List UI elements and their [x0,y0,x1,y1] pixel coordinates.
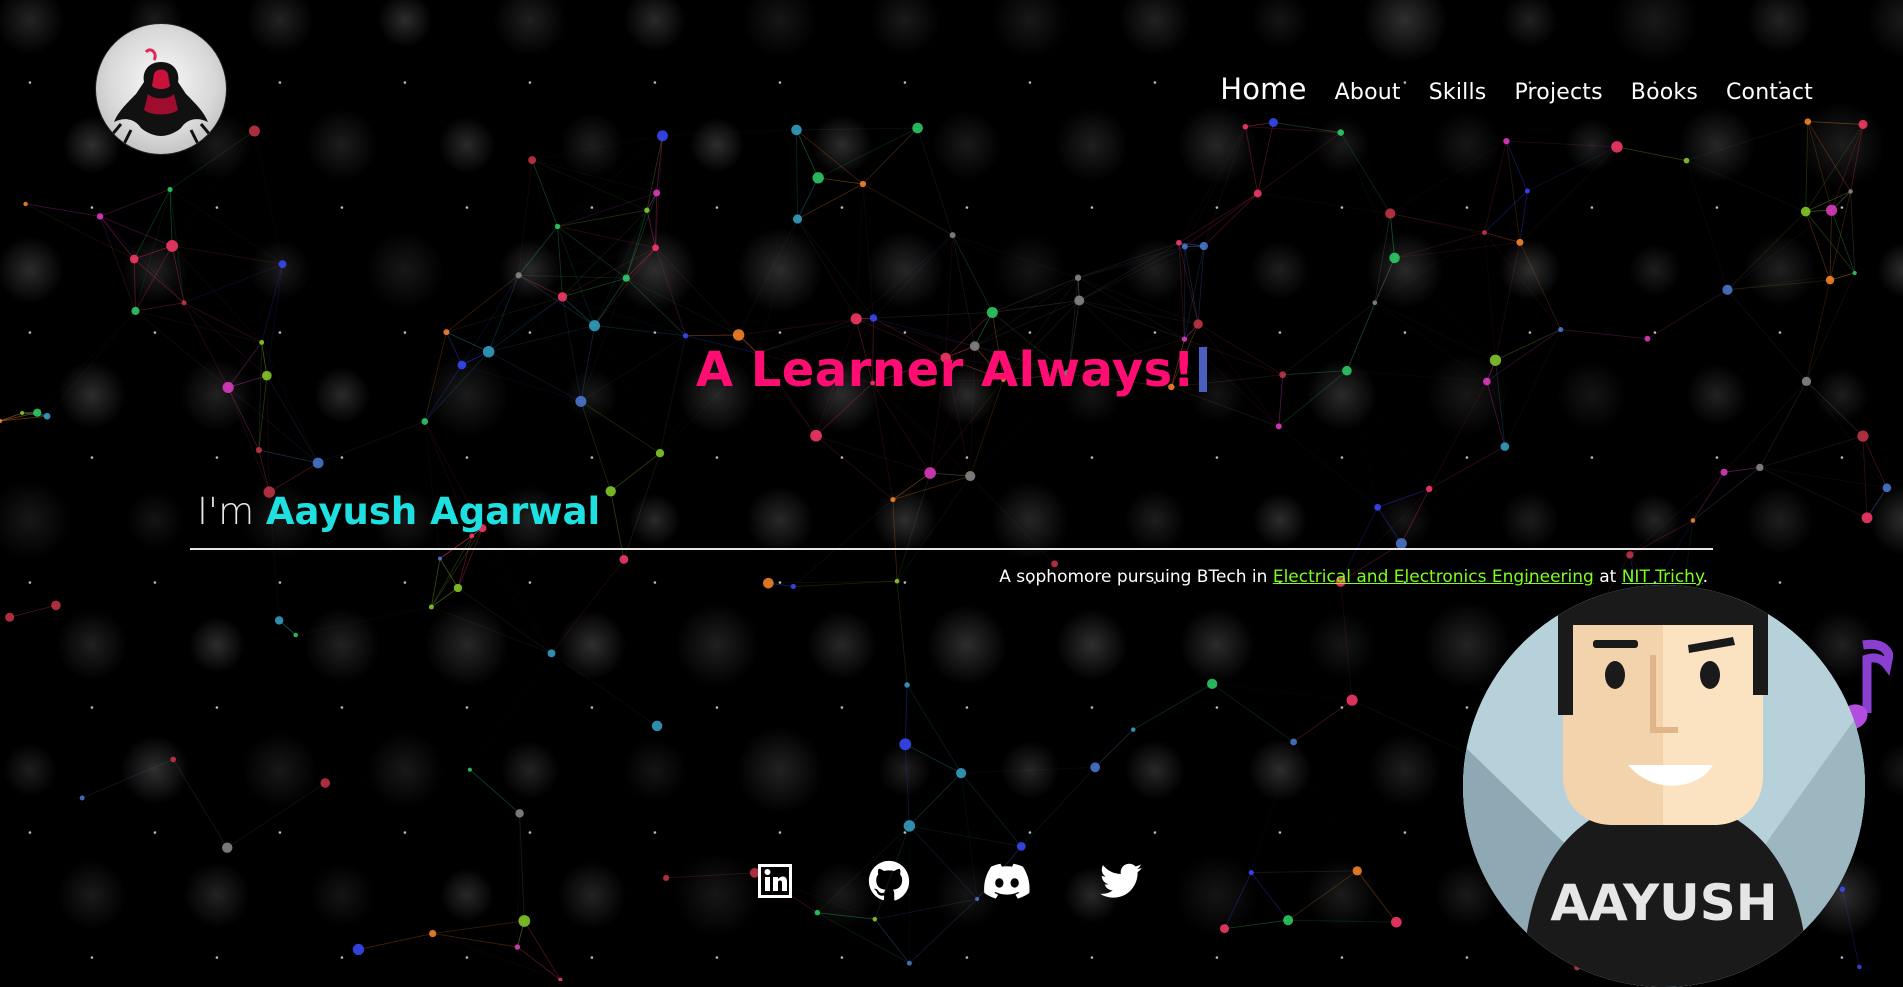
social-links [752,858,1144,904]
discord-link[interactable] [984,858,1030,904]
name-text: Aayush Agarwal [266,490,600,533]
desc-link-eee[interactable]: Electrical and Electronics Engineering [1273,567,1594,587]
nav-books[interactable]: Books [1631,80,1698,105]
avatar-label: AAYUSH [1550,874,1777,932]
twitter-link[interactable] [1098,858,1144,904]
avatar-illustration: AAYUSH [1463,585,1865,987]
nav-skills[interactable]: Skills [1429,80,1487,105]
nav-contact[interactable]: Contact [1726,80,1813,105]
twitter-icon [1100,863,1142,899]
main-nav: Home About Skills Projects Books Contact [1220,72,1813,106]
nav-home[interactable]: Home [1220,72,1306,106]
name-prefix: I'm [197,490,254,533]
github-icon [868,860,910,902]
tagline-text: A Learner Always! [696,342,1195,398]
desc-post: . [1703,567,1708,587]
hero-description: A sophomore pursuing BTech in Electrical… [999,567,1708,587]
hero-name: I'm Aayush Agarwal [197,490,600,533]
linkedin-icon [755,861,795,901]
desc-link-nit[interactable]: NIT Trichy [1622,567,1703,587]
nav-projects[interactable]: Projects [1514,80,1602,105]
nav-about[interactable]: About [1335,80,1401,105]
github-link[interactable] [866,858,912,904]
desc-pre: A sophomore pursuing BTech in [999,567,1273,587]
hero-tagline: A Learner Always! [0,342,1903,398]
desc-mid: at [1594,567,1622,587]
logo-character-icon [96,24,226,154]
hero-divider [190,548,1713,550]
discord-icon [984,861,1030,901]
typing-caret [1199,347,1207,392]
site-logo[interactable] [95,23,227,155]
linkedin-link[interactable] [752,858,798,904]
